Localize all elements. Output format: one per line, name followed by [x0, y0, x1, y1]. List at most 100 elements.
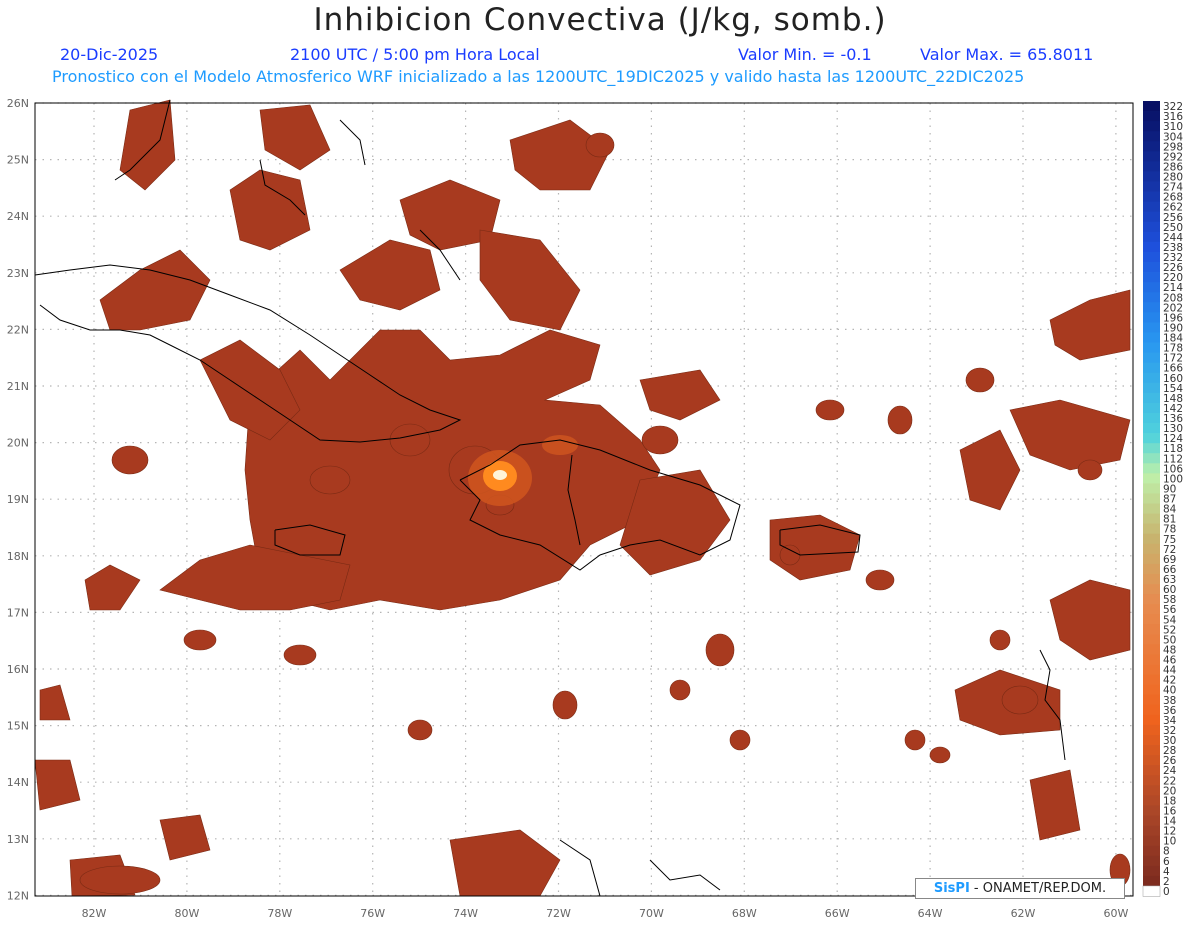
lon-label: 80W [174, 907, 199, 920]
cin-region [229, 169, 311, 251]
credit-text: - ONAMET/REP.DOM. [969, 881, 1107, 896]
lon-label: 68W [732, 907, 757, 920]
colorbar-swatch [1143, 483, 1160, 494]
cin-cell [929, 746, 951, 764]
colorbar-swatch [1143, 855, 1160, 867]
colorbar-swatch [1143, 262, 1160, 273]
cin-cell [1001, 685, 1039, 715]
colorbar-swatch [1143, 231, 1160, 243]
cin-cell [183, 629, 217, 651]
lat-label: 12N [7, 889, 29, 902]
colorbar-swatch [1143, 634, 1160, 645]
cin-cell [283, 644, 317, 666]
colorbar-swatch [1143, 704, 1160, 716]
colorbar-swatch [1143, 312, 1160, 323]
cin-cell [585, 132, 615, 158]
colorbar-swatch [1143, 191, 1160, 203]
colorbar-swatch [1143, 302, 1160, 313]
colorbar-swatch [1143, 503, 1160, 514]
colorbar-swatch [1143, 624, 1160, 635]
colorbar-swatch [1143, 815, 1160, 826]
cin-cell [729, 729, 751, 751]
colorbar-swatch [1143, 775, 1160, 786]
forecast-time: 2100 UTC / 5:00 pm Hora Local [290, 45, 540, 64]
cin-region [449, 829, 561, 897]
cin-region [1029, 769, 1081, 841]
latitude-labels: 26N 25N 24N 23N 22N 21N 20N 19N 18N 17N 16N 15N 14N 1… [7, 97, 29, 902]
colorbar-swatch [1143, 131, 1160, 142]
cin-region [84, 564, 141, 611]
cin-region [99, 249, 211, 331]
lon-label: 60W [1103, 907, 1128, 920]
colorbar-swatch [1143, 604, 1160, 615]
forecast-date: 20-Dic-2025 [60, 45, 159, 64]
colorbar-swatch [1143, 734, 1160, 746]
lat-label: 21N [7, 380, 29, 393]
cin-region [639, 369, 721, 421]
cin-cell [389, 423, 431, 457]
colombia-coast [559, 839, 601, 897]
cin-region [39, 684, 71, 721]
colorbar: 3223163103042982922862802742682622562502… [1142, 101, 1183, 898]
lon-label: 66W [825, 907, 850, 920]
colorbar-swatch [1143, 755, 1160, 766]
cin-region [1009, 399, 1131, 471]
colorbar-swatch [1143, 241, 1160, 253]
cin-cell [1077, 459, 1103, 481]
colorbar-swatch [1143, 453, 1160, 464]
chart-title: Inhibicion Convectiva (J/kg, somb.) [313, 2, 887, 38]
colorbar-swatch [1143, 141, 1160, 152]
colorbar-swatch [1143, 805, 1160, 816]
colorbar-swatch [1143, 352, 1160, 364]
colorbar-swatch [1143, 563, 1160, 575]
colorbar-swatch [1143, 825, 1160, 837]
colorbar-swatch [1143, 251, 1160, 263]
lat-label: 24N [7, 210, 29, 223]
colorbar-swatch [1143, 614, 1160, 625]
cin-region [1049, 289, 1131, 361]
lat-label: 22N [7, 323, 29, 336]
colorbar-swatch [1143, 845, 1160, 857]
colorbar-swatch [1143, 523, 1160, 535]
forecast-subtitle: Pronostico con el Modelo Atmosferico WRF… [52, 67, 1025, 86]
colorbar-swatch [1143, 362, 1160, 374]
colorbar-swatch [1143, 412, 1160, 424]
colorbar-swatch [1143, 644, 1160, 655]
cin-cell [552, 690, 578, 720]
colorbar-swatch [1143, 684, 1160, 696]
colorbar-swatch [1143, 724, 1160, 736]
value-max: Valor Max. = 65.8011 [920, 45, 1094, 64]
lat-label: 13N [7, 833, 29, 846]
lat-label: 16N [7, 663, 29, 676]
hotspot-secondary [542, 435, 578, 455]
bahamas-coast-2 [339, 119, 366, 166]
cin-cell [865, 569, 895, 591]
colorbar-swatch [1143, 714, 1160, 726]
colorbar-swatch [1143, 553, 1160, 565]
colorbar-swatch [1142, 885, 1161, 897]
cin-cell [989, 629, 1011, 651]
cin-cell [779, 544, 801, 566]
lon-label: 72W [546, 907, 571, 920]
cin-region [34, 759, 81, 811]
cin-region [259, 104, 331, 171]
colorbar-swatch [1143, 594, 1160, 605]
colorbar-swatch [1143, 785, 1160, 796]
cin-region [339, 239, 441, 311]
colorbar-swatch [1143, 513, 1160, 525]
lat-label: 18N [7, 550, 29, 563]
cin-cell [904, 729, 926, 751]
lon-label: 78W [267, 907, 292, 920]
colorbar-swatch [1143, 795, 1160, 806]
convective-inhibition-field [34, 99, 1131, 897]
cin-cell [407, 719, 433, 741]
colorbar-swatch [1143, 473, 1160, 484]
cin-cell [669, 679, 691, 701]
colorbar-swatch [1143, 101, 1160, 112]
colorbar-swatch [1143, 221, 1160, 233]
colorbar-swatch [1143, 282, 1160, 293]
lon-label: 62W [1011, 907, 1036, 920]
colorbar-swatch [1143, 865, 1160, 877]
colorbar-swatch [1143, 543, 1160, 555]
hotspot-core [493, 470, 507, 480]
